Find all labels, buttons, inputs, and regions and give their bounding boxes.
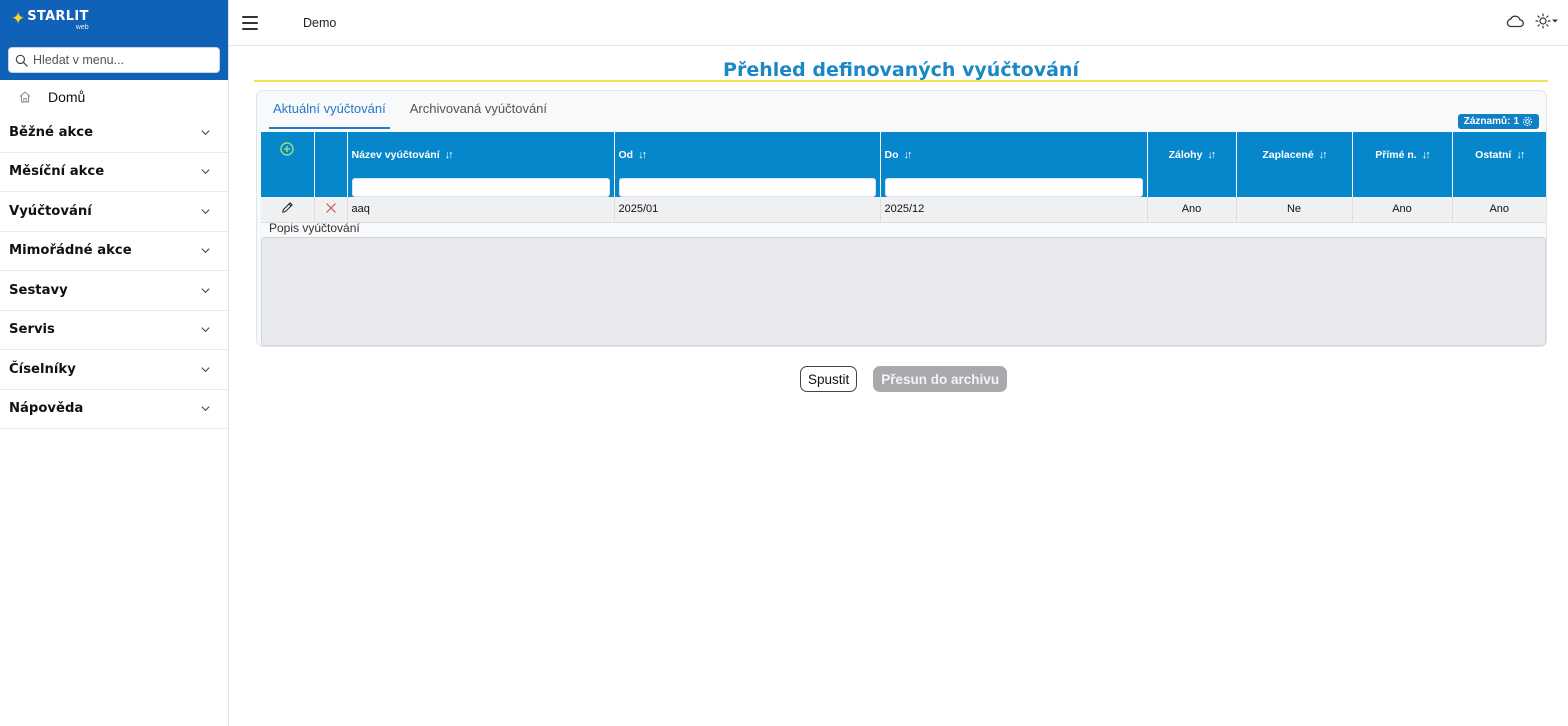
logo-subtext: web (75, 24, 89, 31)
chevron-down-icon (201, 130, 210, 135)
sidebar-item-label: Měsíční akce (9, 164, 105, 180)
cell-from: 2025/01 (614, 197, 881, 223)
move-to-archive-button[interactable]: Přesun do archivu (873, 366, 1008, 392)
sort-icon[interactable]: ↓↑ (1207, 149, 1216, 161)
topbar: Demo (229, 0, 1568, 46)
star-icon: ✦ (11, 9, 26, 28)
sidebar-item-label: Běžné akce (9, 124, 94, 140)
delete-cell (314, 197, 348, 223)
column-header-direct[interactable]: Přímé n. ↓↑ (1352, 132, 1453, 197)
home-icon (19, 90, 31, 102)
chevron-down-icon (201, 406, 210, 412)
sidebar-item-label: Sestavy (9, 282, 68, 298)
gear-icon (1522, 116, 1533, 127)
main-content: Přehled definovaných vyúčtování Aktuální… (254, 46, 1548, 392)
sidebar-item-sestavy[interactable]: Sestavy (0, 271, 228, 311)
sidebar-item-servis[interactable]: Servis (0, 311, 228, 350)
cell-name: aaq (347, 197, 615, 223)
menu-icon[interactable] (242, 15, 258, 30)
sort-icon[interactable]: ↓↑ (638, 149, 647, 161)
sun-icon (1535, 13, 1551, 29)
cell-other: Ano (1452, 197, 1546, 223)
page-title: Přehled definovaných vyúčtování (254, 46, 1548, 82)
sidebar-item-mimoradne-akce[interactable]: Mimořádné akce (0, 232, 228, 271)
description-label: Popis vyúčtování (269, 221, 360, 235)
chevron-down-icon (201, 288, 210, 293)
run-button[interactable]: Spustit (800, 366, 858, 392)
delete-column-header (314, 132, 348, 197)
sidebar-item-home[interactable]: Domů (0, 80, 228, 113)
sidebar-item-label: Servis (9, 322, 55, 338)
cloud-icon[interactable] (1505, 13, 1525, 29)
records-count: 1 (1513, 116, 1519, 127)
sort-icon[interactable]: ↓↑ (1422, 149, 1431, 161)
billing-panel: Aktuální vyúčtování Archivovaná vyúčtová… (256, 90, 1547, 347)
sort-icon[interactable]: ↓↑ (445, 149, 454, 161)
action-buttons: Spustit Přesun do archivu (800, 366, 1008, 392)
theme-toggle[interactable] (1535, 13, 1559, 29)
chevron-down-icon (201, 209, 210, 214)
tab-archived-billing[interactable]: Archivovaná vyúčtování (406, 91, 551, 129)
sidebar: ✦ STARLIT web Domů Běžné a (0, 0, 229, 726)
column-header-from[interactable]: Od ↓↑ (614, 132, 881, 197)
sidebar-item-mesicni-akce[interactable]: Měsíční akce (0, 153, 228, 192)
cell-paid: Ne (1236, 197, 1353, 223)
sort-icon[interactable]: ↓↑ (904, 149, 913, 161)
records-badge[interactable]: Záznamů: 1 (1457, 114, 1539, 129)
sidebar-item-bezne-akce[interactable]: Běžné akce (0, 113, 228, 153)
sidebar-item-label: Mimořádné akce (9, 243, 132, 259)
pencil-icon[interactable] (281, 201, 294, 214)
starlit-logo[interactable]: ✦ STARLIT web (8, 10, 220, 36)
description-textarea[interactable] (261, 237, 1546, 346)
menu-search-box (8, 47, 220, 73)
logo-text: STARLIT (27, 9, 89, 24)
chevron-down-icon (201, 248, 210, 254)
cell-direct: Ano (1352, 197, 1453, 223)
sidebar-item-label: Nápověda (9, 401, 84, 417)
add-icon[interactable] (280, 142, 294, 156)
top-title: Demo (303, 15, 337, 30)
tabs: Aktuální vyúčtování Archivovaná vyúčtová… (269, 91, 567, 129)
table-header-row: Název vyúčtování ↓↑ Od ↓↑ Do ↓↑ Zálohy ↓… (261, 132, 1546, 197)
records-label: Záznamů: (1463, 116, 1511, 127)
column-header-deposits[interactable]: Zálohy ↓↑ (1147, 132, 1237, 197)
topbar-actions (1505, 13, 1559, 29)
sort-icon[interactable]: ↓↑ (1516, 149, 1525, 161)
menu-search-input[interactable] (33, 53, 213, 67)
column-header-name[interactable]: Název vyúčtování ↓↑ (347, 132, 615, 197)
edit-cell (261, 197, 315, 223)
cell-to: 2025/12 (880, 197, 1148, 223)
chevron-down-icon (201, 169, 210, 175)
sidebar-item-label: Číselníky (9, 361, 76, 377)
table-row[interactable]: aaq 2025/01 2025/12 Ano Ne Ano Ano (261, 197, 1546, 223)
filter-input-name[interactable] (351, 178, 610, 197)
sidebar-item-label: Vyúčtování (9, 203, 92, 219)
sidebar-item-label: Domů (48, 88, 86, 105)
column-header-paid[interactable]: Zaplacené ↓↑ (1236, 132, 1353, 197)
delete-icon[interactable] (325, 202, 337, 214)
sidebar-item-napoveda[interactable]: Nápověda (0, 390, 228, 429)
billing-table: Název vyúčtování ↓↑ Od ↓↑ Do ↓↑ Zálohy ↓… (261, 132, 1546, 223)
sidebar-header: ✦ STARLIT web (0, 0, 228, 80)
filter-input-from[interactable] (618, 178, 876, 197)
column-header-other[interactable]: Ostatní ↓↑ (1452, 132, 1546, 197)
chevron-down-icon (201, 327, 210, 333)
filter-input-to[interactable] (884, 178, 1143, 197)
cell-deposits: Ano (1147, 197, 1237, 223)
column-header-to[interactable]: Do ↓↑ (880, 132, 1148, 197)
caret-down-icon (1552, 19, 1558, 23)
search-icon (15, 54, 28, 67)
sidebar-item-ciselniky[interactable]: Číselníky (0, 350, 228, 390)
sidebar-item-vyuctovani[interactable]: Vyúčtování (0, 192, 228, 232)
add-column-header (261, 132, 315, 197)
chevron-down-icon (201, 367, 210, 372)
tab-current-billing[interactable]: Aktuální vyúčtování (269, 91, 390, 129)
sort-icon[interactable]: ↓↑ (1319, 149, 1328, 161)
app-root: ✦ STARLIT web Domů Běžné a (0, 0, 1568, 726)
